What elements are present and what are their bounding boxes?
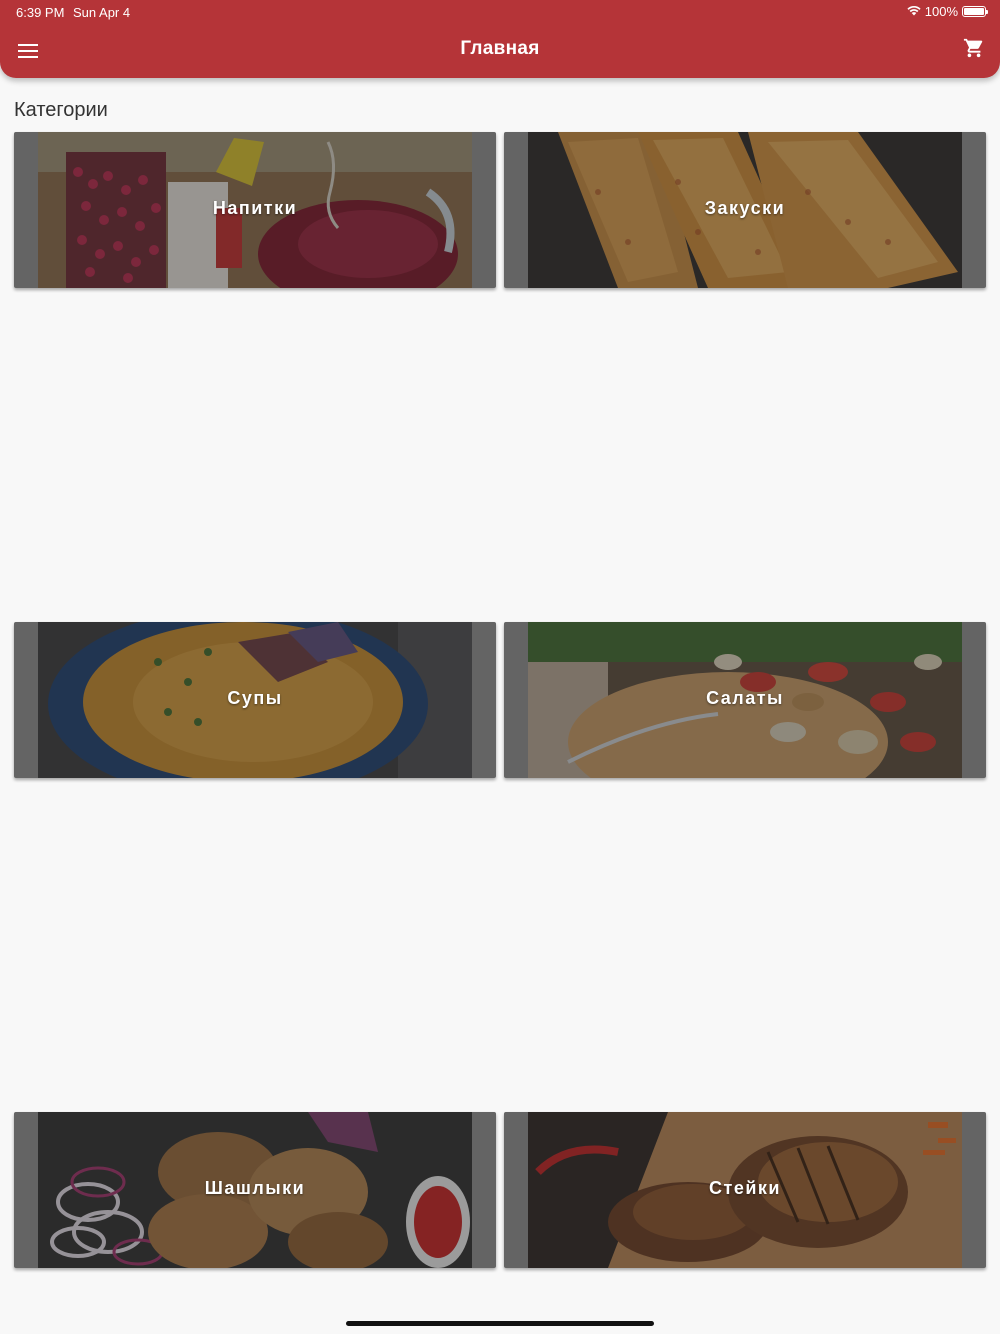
home-indicator[interactable] (346, 1321, 654, 1326)
status-bar: 6:39 PM Sun Apr 4 100% (0, 0, 1000, 24)
categories-heading: Категории (14, 99, 108, 121)
status-time: 6:39 PM (16, 5, 65, 20)
wifi-icon (907, 4, 921, 19)
category-card-drinks[interactable]: Напитки (14, 132, 496, 288)
category-card-soups[interactable]: Супы (14, 622, 496, 778)
category-label: Закуски (704, 198, 786, 218)
app-bar: 6:39 PM Sun Apr 4 100% Главная (0, 0, 1000, 78)
cart-icon (963, 38, 983, 58)
status-date: Sun Apr 4 (73, 5, 131, 20)
category-card-steaks[interactable]: Стейки (504, 1112, 986, 1268)
category-label: Стейки (709, 1178, 781, 1198)
battery-percent: 100% (924, 4, 958, 19)
app-screen: 6:39 PM Sun Apr 4 100% Главная Категории… (0, 0, 1000, 1334)
category-card-salads[interactable]: Салаты (504, 622, 986, 778)
category-card-snacks[interactable]: Закуски (504, 132, 986, 288)
category-label: Салаты (706, 688, 784, 708)
cart-button[interactable] (958, 32, 990, 64)
category-card-shashlik[interactable]: Шашлыки (14, 1112, 496, 1268)
status-indicators: 100% (907, 4, 988, 19)
page-title: Главная (460, 38, 540, 59)
category-label: Напитки (212, 198, 298, 218)
category-label: Супы (227, 688, 283, 708)
battery-icon (962, 6, 988, 17)
category-label: Шашлыки (204, 1178, 306, 1198)
